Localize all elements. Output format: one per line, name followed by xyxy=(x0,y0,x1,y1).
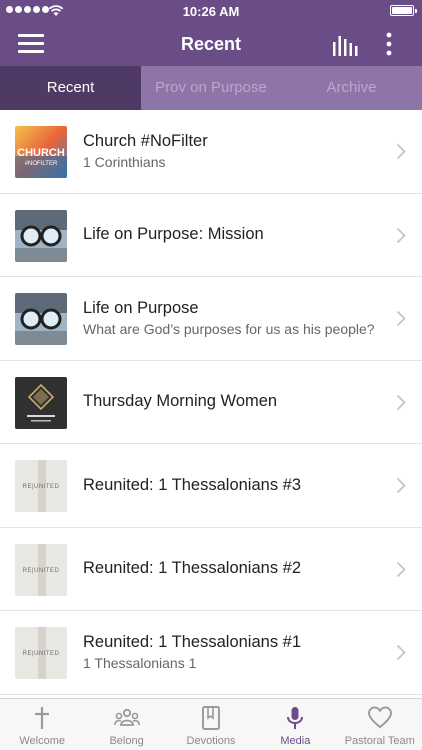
status-bar: 10:26 AM xyxy=(0,0,422,22)
book-icon xyxy=(202,706,220,730)
more-options-icon[interactable] xyxy=(380,32,398,56)
life-on-purpose-thumbnail xyxy=(15,293,67,345)
list-item[interactable]: Life on Purpose: Mission xyxy=(0,193,422,277)
segment-tabs: Recent Prov on Purpose Archive xyxy=(0,66,422,110)
item-subtitle: 1 Thessalonians 1 xyxy=(83,655,197,672)
item-title: Church #NoFilter xyxy=(83,132,208,151)
chevron-right-icon xyxy=(396,644,406,661)
tab-recent[interactable]: Recent xyxy=(0,66,141,110)
tab-pastoral-team[interactable]: Pastoral Team xyxy=(338,699,422,750)
svg-text:#NOFILTER: #NOFILTER xyxy=(25,161,58,167)
media-list: CHURCH #NOFILTER Church #NoFilter 1 Cori… xyxy=(0,110,422,695)
item-title: Reunited: 1 Thessalonians #2 xyxy=(83,559,302,578)
tab-archive[interactable]: Archive xyxy=(281,66,422,110)
chevron-right-icon xyxy=(396,561,406,577)
people-icon xyxy=(113,708,140,726)
heart-icon xyxy=(367,706,392,729)
list-item[interactable]: CHURCH #NOFILTER Church #NoFilter 1 Cori… xyxy=(0,110,422,194)
list-item[interactable]: Life on Purpose What are God’s purposes … xyxy=(0,277,422,361)
bottom-tab-bar: Welcome Belong Devotions Media Pastoral … xyxy=(0,698,422,750)
list-item[interactable]: RE|UNITED Reunited: 1 Thessalonians #2 xyxy=(0,527,422,611)
tab-label: Devotions xyxy=(186,735,236,747)
item-title: Life on Purpose xyxy=(83,299,199,318)
chevron-right-icon xyxy=(396,310,406,327)
item-subtitle: What are God’s purposes for us as his pe… xyxy=(83,321,375,338)
cross-icon xyxy=(35,707,50,729)
chevron-right-icon xyxy=(396,227,406,243)
item-title: Thursday Morning Women xyxy=(83,392,278,411)
tab-devotions[interactable]: Devotions xyxy=(169,699,253,750)
reunited-thumbnail: RE|UNITED xyxy=(15,460,67,512)
tab-media[interactable]: Media xyxy=(253,699,337,750)
list-item[interactable]: RE|UNITED Reunited: 1 Thessalonians #3 xyxy=(0,444,422,528)
church-nofilter-thumbnail: CHURCH #NOFILTER xyxy=(15,126,67,178)
svg-text:RE|UNITED: RE|UNITED xyxy=(23,568,60,574)
reunited-thumbnail: RE|UNITED xyxy=(15,543,67,596)
tab-label: Belong xyxy=(109,735,144,747)
item-title: Reunited: 1 Thessalonians #1 xyxy=(83,633,302,652)
list-item[interactable]: Thursday Morning Women xyxy=(0,360,422,444)
svg-text:CHURCH: CHURCH xyxy=(17,147,65,159)
chevron-right-icon xyxy=(396,477,406,494)
battery-icon xyxy=(390,5,417,16)
tab-label: Pastoral Team xyxy=(344,735,415,747)
item-subtitle: 1 Corinthians xyxy=(83,154,166,171)
tab-label: Welcome xyxy=(19,735,66,747)
tab-welcome[interactable]: Welcome xyxy=(0,699,84,750)
microphone-icon xyxy=(287,707,304,729)
tab-label: Media xyxy=(280,735,311,747)
svg-text:RE|UNITED: RE|UNITED xyxy=(23,484,60,490)
page-title: Recent xyxy=(180,34,242,54)
bar-chart-icon[interactable] xyxy=(332,34,358,56)
thursday-morning-women-thumbnail xyxy=(15,376,67,429)
nav-bar: Recent xyxy=(0,22,422,66)
tab-prov-on-purpose[interactable]: Prov on Purpose xyxy=(141,66,281,110)
chevron-right-icon xyxy=(396,394,406,410)
tab-belong[interactable]: Belong xyxy=(84,699,168,750)
status-time: 10:26 AM xyxy=(182,4,240,19)
svg-text:RE|UNITED: RE|UNITED xyxy=(23,651,60,657)
life-on-purpose-thumbnail xyxy=(15,209,67,262)
list-item[interactable]: RE|UNITED Reunited: 1 Thessalonians #1 1… xyxy=(0,611,422,695)
reunited-thumbnail: RE|UNITED xyxy=(15,627,67,679)
item-title: Reunited: 1 Thessalonians #3 xyxy=(83,475,302,494)
item-title: Life on Purpose: Mission xyxy=(83,225,264,244)
chevron-right-icon xyxy=(396,143,406,160)
